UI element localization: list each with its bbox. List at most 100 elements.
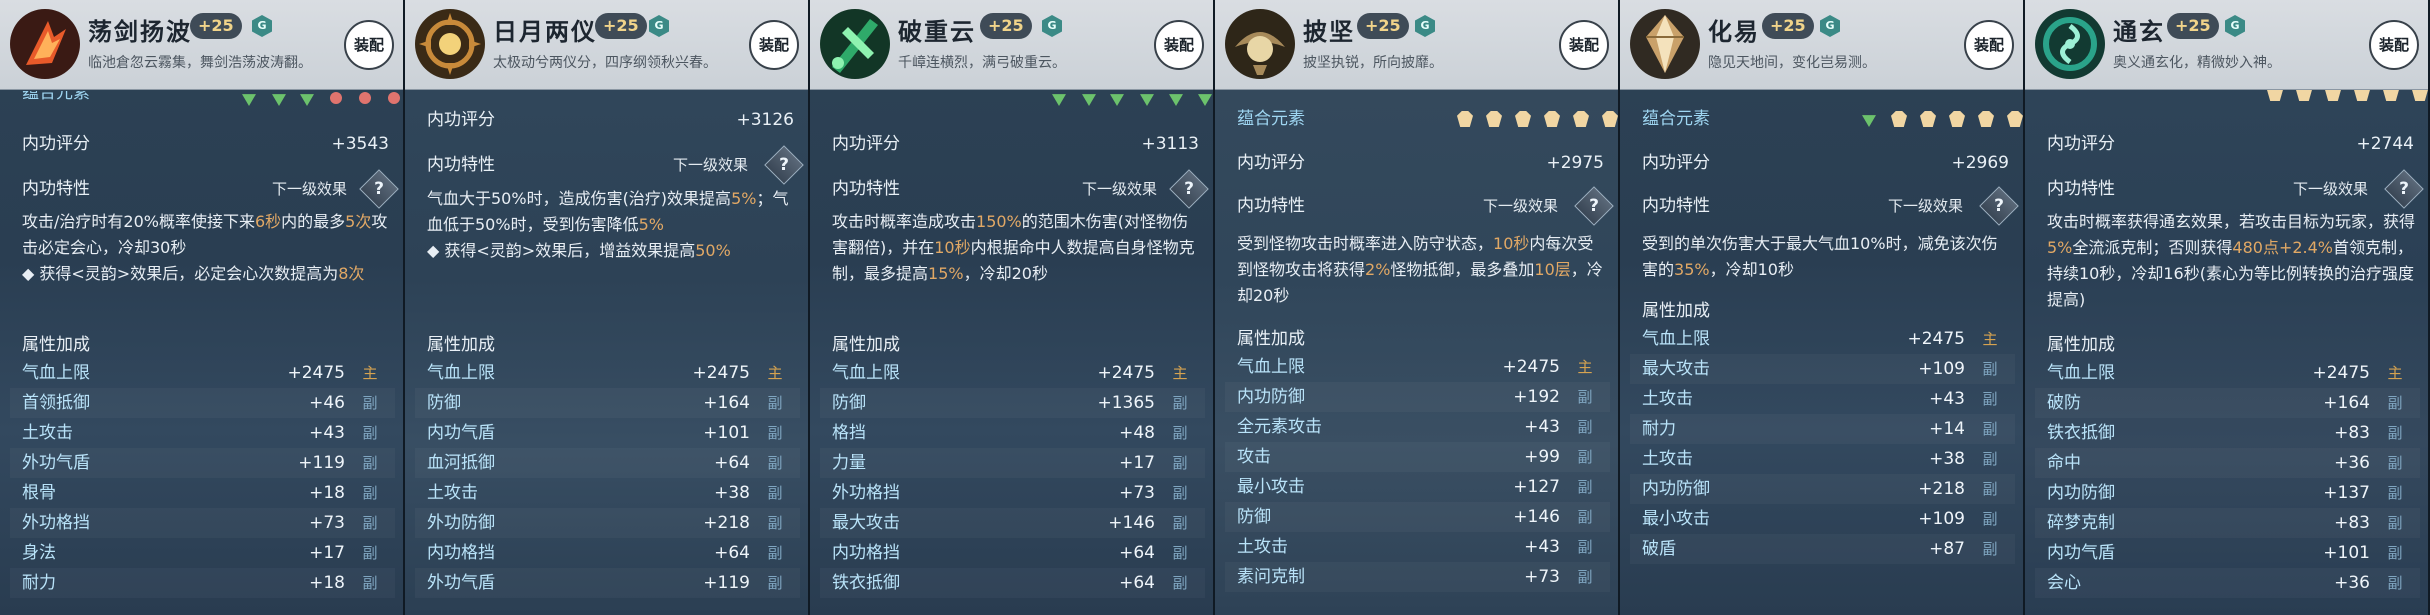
attr-value: +119	[703, 573, 750, 593]
equip-button[interactable]: 装配	[1964, 20, 2014, 70]
sub-attr-tag: 副	[362, 484, 378, 502]
element-earth-icon	[1515, 111, 1531, 127]
sub-attr-tag: 副	[2387, 514, 2403, 532]
equip-button[interactable]: 装配	[749, 20, 799, 70]
score-row: 内功评分 +2744	[2025, 129, 2428, 159]
score-value: +2969	[1951, 153, 2009, 173]
attr-label: 气血上限	[832, 363, 900, 383]
attr-value: +18	[309, 483, 345, 503]
attr-value: +64	[1119, 573, 1155, 593]
equip-button[interactable]: 装配	[2369, 20, 2419, 70]
attr-label: 内功防御	[2047, 483, 2115, 503]
attr-label: 首领抵御	[22, 393, 90, 413]
element-earth-icon	[2296, 90, 2312, 101]
sub-attr-tag: 副	[2387, 394, 2403, 412]
attr-value: +43	[309, 423, 345, 443]
help-icon[interactable]: ?	[2384, 169, 2424, 209]
score-label: 内功评分	[22, 134, 90, 154]
sub-attr-tag: 副	[1172, 544, 1188, 562]
trait-label: 内功特性	[427, 155, 495, 175]
panel-header: 披坚 +25 G 披坚执锐，所向披靡。 装配	[1215, 0, 1618, 90]
attr-row: 格挡 +48 副	[820, 418, 1205, 448]
attr-value: +43	[1929, 389, 1965, 409]
attr-value: +109	[1918, 359, 1965, 379]
attr-value: +36	[2334, 453, 2370, 473]
sub-attr-tag: 副	[362, 424, 378, 442]
element-wood-icon	[272, 94, 286, 106]
sub-attr-tag: 副	[767, 454, 783, 472]
skill-name: 日月两仪	[493, 17, 597, 46]
skill-icon-crystal	[1628, 7, 1702, 81]
equip-button[interactable]: 装配	[1154, 20, 1204, 70]
attr-value: +2475	[1097, 363, 1155, 383]
element-earth-icon	[1920, 111, 1936, 127]
element-wood-icon	[242, 94, 256, 106]
help-glyph: ?	[779, 155, 789, 175]
main-attr-tag: 主	[1577, 358, 1593, 376]
attr-value: +218	[1918, 479, 1965, 499]
next-level-effect[interactable]: 下一级效果	[673, 150, 748, 180]
attr-value: +101	[703, 423, 750, 443]
attr-label: 外功气盾	[22, 453, 90, 473]
trait-label: 内功特性	[1642, 196, 1710, 216]
attr-value: +2475	[1502, 357, 1560, 377]
help-icon[interactable]: ?	[1574, 186, 1614, 226]
equip-button[interactable]: 装配	[1559, 20, 1609, 70]
help-icon[interactable]: ?	[1979, 186, 2019, 226]
attr-row: 内功防御 +192 副	[1225, 382, 1610, 412]
attr-label: 土攻击	[1642, 449, 1693, 469]
sub-attr-tag: 副	[2387, 574, 2403, 592]
attr-label: 格挡	[832, 423, 866, 443]
next-level-effect[interactable]: 下一级效果	[2293, 174, 2368, 204]
next-level-effect[interactable]: 下一级效果	[1082, 174, 1157, 204]
trait-description: 气血大于50%时，造成伤害(治疗)效果提高5%；气血低于50%时，受到伤害降低5…	[427, 189, 789, 260]
sub-attr-tag: 副	[362, 544, 378, 562]
skill-name: 破重云	[898, 17, 976, 46]
attr-value: +48	[1119, 423, 1155, 443]
attr-label: 气血上限	[1237, 357, 1305, 377]
attr-value: +73	[1524, 567, 1560, 587]
sub-attr-tag: 副	[767, 484, 783, 502]
sub-attr-tag: 副	[1577, 538, 1593, 556]
element-earth-icon	[2325, 90, 2341, 101]
help-icon[interactable]: ?	[359, 169, 399, 209]
equip-button[interactable]: 装配	[344, 20, 394, 70]
trait-label: 内功特性	[22, 179, 90, 199]
gem-icon: G	[252, 15, 272, 37]
score-value: +2744	[2356, 134, 2414, 154]
attr-title: 属性加成	[427, 335, 495, 355]
attr-row: 土攻击 +43 副	[1225, 532, 1610, 562]
next-level-effect[interactable]: 下一级效果	[1483, 191, 1558, 221]
attr-title: 属性加成	[22, 335, 90, 355]
attr-label: 气血上限	[1642, 329, 1710, 349]
next-level-effect[interactable]: 下一级效果	[272, 174, 347, 204]
sub-attr-tag: 副	[1172, 514, 1188, 532]
skill-icon-sun-moon	[413, 7, 487, 81]
help-icon[interactable]: ?	[764, 145, 804, 185]
element-fire-icon	[388, 92, 400, 104]
attr-row: 气血上限 +2475 主	[1225, 352, 1610, 382]
next-level-effect[interactable]: 下一级效果	[1888, 191, 1963, 221]
score-label: 内功评分	[427, 110, 495, 130]
skill-panel-dangjian: 荡剑扬波 +25 G 临池倉忽云霧集，舞剑浩荡波涛翻。 装配 蕴合元素 内功评分…	[0, 0, 405, 615]
attr-value: +99	[1524, 447, 1560, 467]
element-earth-icon	[1544, 111, 1560, 127]
attr-label: 破盾	[1642, 539, 1676, 559]
attr-label: 铁衣抵御	[832, 573, 900, 593]
attr-label: 内功格挡	[427, 543, 495, 563]
attr-row: 内功气盾 +101 副	[415, 418, 800, 448]
attr-label: 会心	[2047, 573, 2081, 593]
attr-value: +164	[2323, 393, 2370, 413]
element-earth-icon	[1978, 111, 1994, 127]
score-row: 内功评分 +2969	[1620, 148, 2023, 178]
attr-value: +73	[1119, 483, 1155, 503]
skill-tagline: 临池倉忽云霧集，舞剑浩荡波涛翻。	[88, 55, 312, 71]
gem-icon: G	[1820, 15, 1840, 37]
internal-skill-strip: 荡剑扬波 +25 G 临池倉忽云霧集，舞剑浩荡波涛翻。 装配 蕴合元素 内功评分…	[0, 0, 2430, 615]
attr-label: 外功格挡	[22, 513, 90, 533]
help-icon[interactable]: ?	[1169, 169, 1209, 209]
attr-label: 全元素攻击	[1237, 417, 1322, 437]
element-earth-icon	[1457, 111, 1473, 127]
attr-label: 防御	[427, 393, 461, 413]
skill-panel-pijian: 披坚 +25 G 披坚执锐，所向披靡。 装配 蕴合元素 内功评分 +2975 内…	[1215, 0, 1620, 615]
